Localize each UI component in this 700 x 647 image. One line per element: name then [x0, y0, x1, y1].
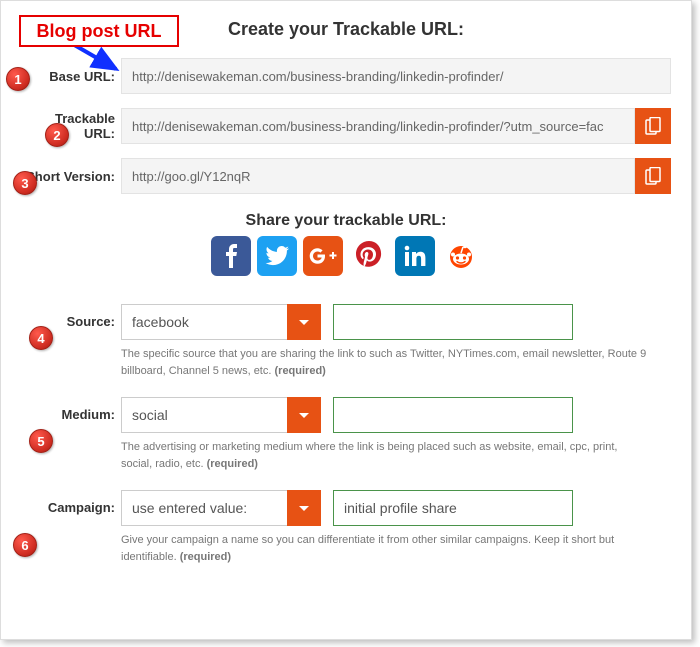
source-select-value: facebook [121, 304, 287, 340]
trackable-url-input[interactable] [121, 108, 635, 144]
annotation-badge-2: 2 [45, 123, 69, 147]
short-url-input[interactable] [121, 158, 635, 194]
chevron-down-icon [287, 304, 321, 340]
campaign-select-value: use entered value: [121, 490, 287, 526]
annotation-badge-6: 6 [13, 533, 37, 557]
source-label: Source: [21, 304, 121, 329]
share-facebook-button[interactable] [211, 236, 251, 276]
campaign-help: Give your campaign a name so you can dif… [121, 532, 671, 565]
pinterest-icon [352, 239, 386, 273]
google-plus-icon [309, 247, 337, 265]
annotation-badge-3: 3 [13, 171, 37, 195]
campaign-extra-input[interactable] [333, 490, 573, 526]
share-linkedin-button[interactable] [395, 236, 435, 276]
campaign-row: Campaign: use entered value: [21, 490, 671, 526]
base-url-input[interactable] [121, 58, 671, 94]
source-help: The specific source that you are sharing… [121, 346, 671, 379]
campaign-label: Campaign: [21, 490, 121, 515]
medium-row: Medium: social [21, 397, 671, 433]
base-url-row: Base URL: [21, 58, 671, 94]
linkedin-icon [404, 245, 426, 267]
copy-icon [645, 117, 661, 135]
copy-short-button[interactable] [635, 158, 671, 194]
chevron-down-icon [287, 397, 321, 433]
share-buttons [21, 236, 671, 276]
base-url-label: Base URL: [21, 69, 121, 84]
share-google-plus-button[interactable] [303, 236, 343, 276]
short-url-row: Short Version: [21, 158, 671, 194]
copy-trackable-button[interactable] [635, 108, 671, 144]
campaign-select[interactable]: use entered value: [121, 490, 321, 526]
facebook-icon [221, 243, 241, 269]
medium-extra-input[interactable] [333, 397, 573, 433]
trackable-url-form: Blog post URL Create your Trackable URL:… [0, 0, 692, 640]
annotation-badge-5: 5 [29, 429, 53, 453]
annotation-badge-4: 4 [29, 326, 53, 350]
medium-select[interactable]: social [121, 397, 321, 433]
medium-select-value: social [121, 397, 287, 433]
trackable-url-label: Trackable URL: [21, 111, 121, 141]
copy-icon [645, 167, 661, 185]
annotation-badge-1: 1 [6, 67, 30, 91]
share-reddit-button[interactable] [441, 236, 481, 276]
source-row: Source: facebook [21, 304, 671, 340]
annotation-blog-post-url: Blog post URL [19, 15, 179, 47]
medium-help: The advertising or marketing medium wher… [121, 439, 671, 472]
chevron-down-icon [287, 490, 321, 526]
source-select[interactable]: facebook [121, 304, 321, 340]
share-pinterest-button[interactable] [349, 236, 389, 276]
reddit-icon [444, 239, 478, 273]
twitter-icon [265, 246, 289, 266]
source-extra-input[interactable] [333, 304, 573, 340]
share-heading: Share your trackable URL: [21, 212, 671, 230]
trackable-url-row: Trackable URL: [21, 108, 671, 144]
share-twitter-button[interactable] [257, 236, 297, 276]
medium-label: Medium: [21, 397, 121, 422]
